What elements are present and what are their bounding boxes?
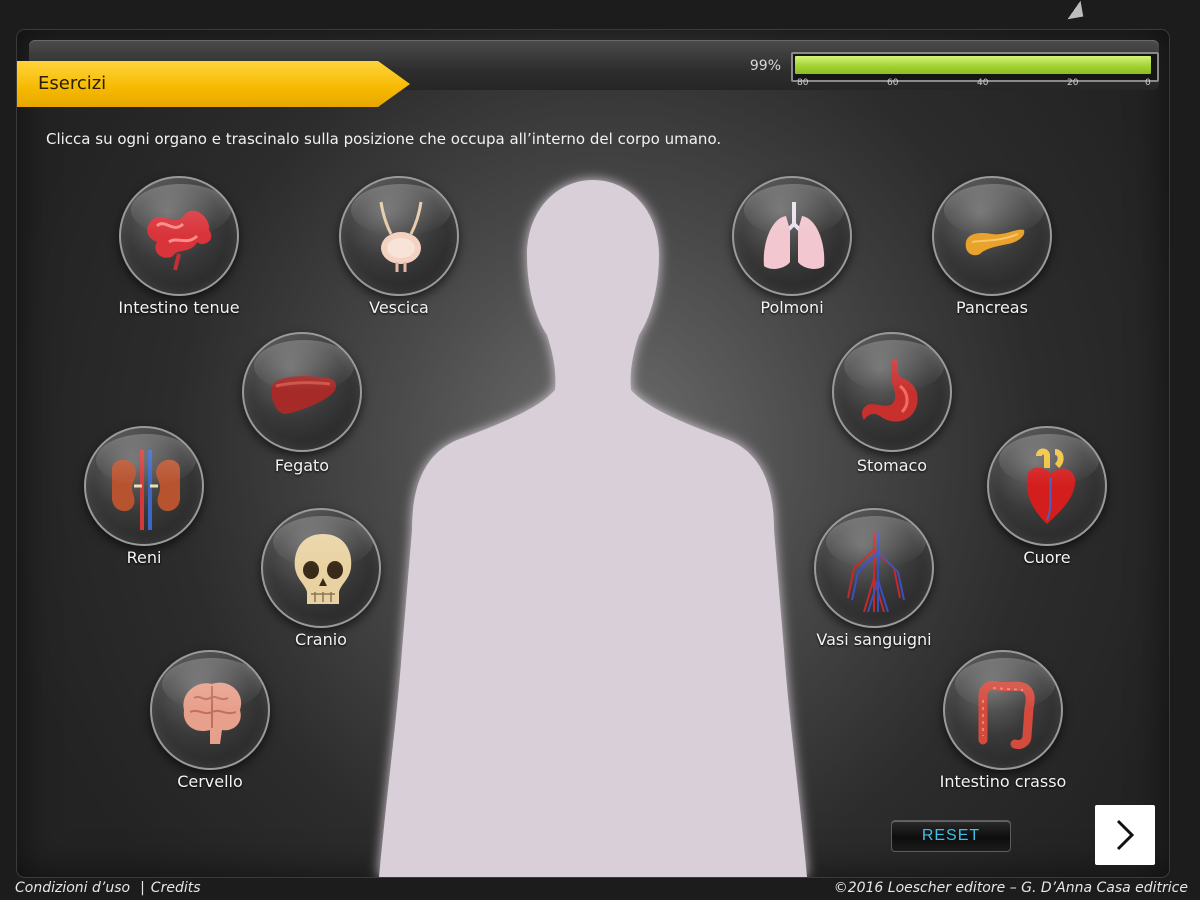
organ-bubble (987, 426, 1107, 546)
organ-lungs[interactable]: Polmoni (732, 176, 852, 317)
footer-links: Condizioni d’uso | Credits (15, 880, 201, 896)
organ-bubble (150, 650, 270, 770)
organ-liver[interactable]: Fegato (242, 332, 362, 475)
organ-label: Fegato (274, 456, 330, 475)
organ-brain[interactable]: Cervello (150, 650, 270, 791)
pancreas-icon (965, 229, 1025, 256)
terms-link[interactable]: Condizioni d’uso (15, 880, 130, 896)
large-intestine-icon (978, 681, 1035, 749)
corner-fold-icon (1064, 0, 1084, 20)
organ-label: Vescica (369, 298, 429, 317)
organ-label: Cuore (1023, 548, 1071, 567)
organ-kidneys[interactable]: Reni (84, 426, 204, 567)
lungs-icon (763, 202, 825, 269)
organ-bubble (943, 650, 1063, 770)
organ-skull[interactable]: Cranio (261, 508, 381, 649)
brain-icon (183, 682, 242, 744)
skull-icon (294, 534, 352, 604)
organ-label: Pancreas (956, 298, 1028, 317)
organ-label: Vasi sanguigni (816, 630, 932, 649)
organ-blood-vessels[interactable]: Vasi sanguigni (814, 508, 934, 649)
organ-heart[interactable]: Cuore (987, 426, 1107, 567)
reset-button[interactable]: RESET (891, 820, 1011, 852)
organ-pancreas[interactable]: Pancreas (932, 176, 1052, 317)
organ-bladder[interactable]: Vescica (339, 176, 459, 317)
organ-bubble (814, 508, 934, 628)
organ-bubble (732, 176, 852, 296)
organ-bubble (832, 332, 952, 452)
organ-label: Stomaco (856, 456, 928, 475)
heart-icon (1026, 448, 1076, 524)
organ-stomach[interactable]: Stomaco (832, 332, 952, 475)
organ-label: Reni (126, 548, 162, 567)
organ-bubble (242, 332, 362, 452)
organ-bubble (932, 176, 1052, 296)
organ-bubble (261, 508, 381, 628)
bladder-icon (379, 201, 423, 272)
stomach-icon (862, 360, 918, 422)
credits-link[interactable]: Credits (151, 880, 201, 896)
copyright-text: ©2016 Loescher editore – G. D’Anna Casa … (833, 880, 1188, 896)
footer-separator: | (140, 880, 145, 896)
organ-large-intestine[interactable]: Intestino crasso (940, 650, 1066, 791)
chevron-right-icon (1116, 819, 1135, 851)
organ-bubble (339, 176, 459, 296)
organ-label: Cervello (177, 772, 243, 791)
kidneys-icon (112, 450, 180, 530)
liver-icon (271, 376, 337, 414)
exercise-panel: 99% 80 60 40 20 0 Esercizi Clicca su ogn… (17, 30, 1169, 877)
organ-bubble (119, 176, 239, 296)
organ-small-intestine[interactable]: Intestino tenue (118, 176, 240, 317)
organ-label: Intestino tenue (118, 298, 240, 317)
next-button[interactable] (1095, 805, 1155, 865)
blood-vessels-icon (847, 532, 905, 612)
organ-bubble (84, 426, 204, 546)
organ-label: Cranio (295, 630, 347, 649)
small-intestine-icon (147, 210, 212, 271)
organ-label: Intestino crasso (939, 772, 1067, 791)
